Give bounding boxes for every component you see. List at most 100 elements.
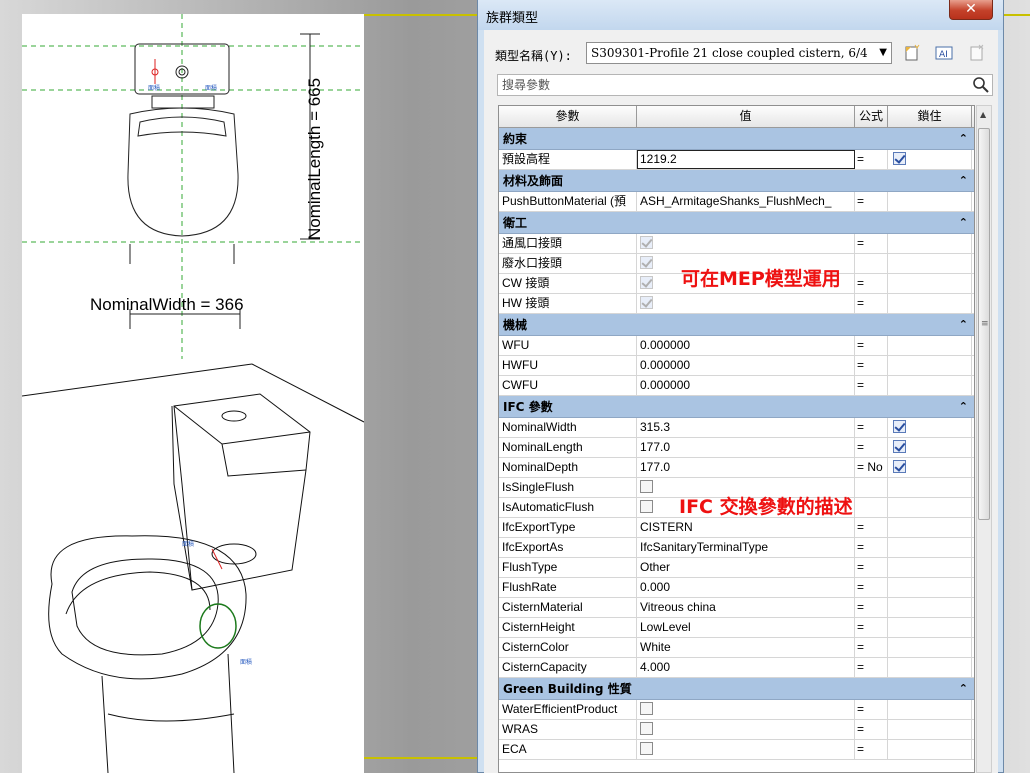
lock-checkbox[interactable] xyxy=(893,460,906,474)
parameter-lock-cell[interactable] xyxy=(888,558,972,577)
parameter-lock-cell[interactable] xyxy=(888,518,972,537)
value-checkbox[interactable] xyxy=(640,276,653,290)
parameter-value[interactable]: 1219.2 xyxy=(637,150,855,169)
dialog-titlebar[interactable]: 族群類型 ✕ xyxy=(478,0,1003,30)
parameter-formula[interactable]: = xyxy=(855,274,888,293)
parameter-lock-cell[interactable] xyxy=(888,274,972,293)
parameter-formula[interactable]: = xyxy=(855,518,888,537)
parameter-row[interactable]: HW 接頭 = xyxy=(499,294,974,314)
parameter-lock-cell[interactable] xyxy=(888,356,972,375)
parameter-lock-cell[interactable] xyxy=(888,578,972,597)
parameter-checkbox-cell[interactable] xyxy=(637,720,855,739)
parameter-formula[interactable]: = xyxy=(855,418,888,437)
group-header[interactable]: 材料及飾面 ⌃ xyxy=(499,170,974,192)
parameter-formula[interactable]: = xyxy=(855,720,888,739)
parameter-row[interactable]: CisternCapacity 4.000 = xyxy=(499,658,974,678)
parameter-value[interactable]: LowLevel xyxy=(637,618,855,637)
parameter-lock-cell[interactable] xyxy=(888,150,972,169)
parameter-row[interactable]: IfcExportAs IfcSanitaryTerminalType = xyxy=(499,538,974,558)
parameter-lock-cell[interactable] xyxy=(888,438,972,457)
parameter-value[interactable]: 0.000000 xyxy=(637,376,855,395)
collapse-chevron-icon[interactable]: ⌃ xyxy=(959,678,968,700)
type-name-select[interactable]: S309301-Profile 21 close coupled cistern… xyxy=(586,42,892,64)
delete-type-icon[interactable] xyxy=(968,44,986,62)
parameter-formula[interactable]: = xyxy=(855,192,888,211)
parameter-lock-cell[interactable] xyxy=(888,498,972,517)
parameter-value[interactable]: 177.0 xyxy=(637,438,855,457)
parameter-formula[interactable]: = xyxy=(855,618,888,637)
group-header[interactable]: 機械 ⌃ xyxy=(499,314,974,336)
parameter-formula[interactable]: = No xyxy=(855,458,888,477)
scroll-thumb[interactable]: ≡ xyxy=(978,128,990,520)
column-header-formula[interactable]: 公式 xyxy=(855,106,888,127)
parameter-row[interactable]: FlushRate 0.000 = xyxy=(499,578,974,598)
parameter-formula[interactable]: = xyxy=(855,658,888,677)
lock-checkbox[interactable] xyxy=(893,152,906,166)
family-drawing-view[interactable]: 面積 面積 NominalWidth = 366 NominalLength =… xyxy=(22,14,364,773)
parameter-formula[interactable]: = xyxy=(855,336,888,355)
parameter-row[interactable]: ECA = xyxy=(499,740,974,760)
parameter-row[interactable]: NominalWidth 315.3 = xyxy=(499,418,974,438)
search-input[interactable]: 搜尋參數 xyxy=(497,74,993,96)
parameter-formula[interactable]: = xyxy=(855,538,888,557)
parameter-value[interactable]: 0.000 xyxy=(637,578,855,597)
parameter-lock-cell[interactable] xyxy=(888,598,972,617)
search-icon[interactable] xyxy=(972,76,990,94)
parameter-checkbox-cell[interactable] xyxy=(637,234,855,253)
value-checkbox[interactable] xyxy=(640,722,653,736)
parameter-checkbox-cell[interactable] xyxy=(637,294,855,313)
parameter-row[interactable]: CisternHeight LowLevel = xyxy=(499,618,974,638)
value-checkbox[interactable] xyxy=(640,236,653,250)
parameter-lock-cell[interactable] xyxy=(888,234,972,253)
value-checkbox[interactable] xyxy=(640,480,653,494)
parameter-lock-cell[interactable] xyxy=(888,376,972,395)
value-checkbox[interactable] xyxy=(640,296,653,310)
column-header-parameter[interactable]: 參數 xyxy=(499,106,637,127)
parameter-value[interactable]: 4.000 xyxy=(637,658,855,677)
parameter-lock-cell[interactable] xyxy=(888,254,972,273)
parameter-formula[interactable]: = xyxy=(855,438,888,457)
collapse-chevron-icon[interactable]: ⌃ xyxy=(959,212,968,234)
parameter-lock-cell[interactable] xyxy=(888,192,972,211)
parameter-row[interactable]: NominalLength 177.0 = xyxy=(499,438,974,458)
parameter-row[interactable]: WRAS = xyxy=(499,720,974,740)
parameter-formula[interactable] xyxy=(855,254,888,273)
value-checkbox[interactable] xyxy=(640,702,653,716)
parameter-formula[interactable]: = xyxy=(855,558,888,577)
parameter-value[interactable]: IfcSanitaryTerminalType xyxy=(637,538,855,557)
parameter-value[interactable]: 0.000000 xyxy=(637,356,855,375)
group-header[interactable]: 約束 ⌃ xyxy=(499,128,974,150)
parameter-lock-cell[interactable] xyxy=(888,658,972,677)
collapse-chevron-icon[interactable]: ⌃ xyxy=(959,128,968,150)
parameter-lock-cell[interactable] xyxy=(888,638,972,657)
parameter-checkbox-cell[interactable] xyxy=(637,700,855,719)
parameter-value[interactable]: ASH_ArmitageShanks_FlushMech_ xyxy=(637,192,855,211)
parameter-formula[interactable] xyxy=(855,478,888,497)
parameter-value[interactable]: Other xyxy=(637,558,855,577)
parameter-checkbox-cell[interactable] xyxy=(637,740,855,759)
parameter-row[interactable]: IfcExportType CISTERN = xyxy=(499,518,974,538)
column-header-lock[interactable]: 鎖住 xyxy=(888,106,972,127)
lock-checkbox[interactable] xyxy=(893,440,906,454)
parameter-lock-cell[interactable] xyxy=(888,700,972,719)
lock-checkbox[interactable] xyxy=(893,420,906,434)
parameter-value[interactable]: CISTERN xyxy=(637,518,855,537)
parameter-row[interactable]: NominalDepth 177.0 = No xyxy=(499,458,974,478)
parameter-lock-cell[interactable] xyxy=(888,418,972,437)
parameter-row[interactable]: WaterEfficientProduct = xyxy=(499,700,974,720)
parameter-lock-cell[interactable] xyxy=(888,538,972,557)
parameter-lock-cell[interactable] xyxy=(888,478,972,497)
grid-scrollbar[interactable]: ▲ ≡ xyxy=(976,105,992,773)
parameter-value[interactable]: Vitreous china xyxy=(637,598,855,617)
parameter-formula[interactable]: = xyxy=(855,638,888,657)
new-type-icon[interactable] xyxy=(903,44,921,62)
parameter-value[interactable]: White xyxy=(637,638,855,657)
collapse-chevron-icon[interactable]: ⌃ xyxy=(959,170,968,192)
parameter-formula[interactable]: = xyxy=(855,356,888,375)
parameter-row[interactable]: WFU 0.000000 = xyxy=(499,336,974,356)
scroll-up-icon[interactable]: ▲ xyxy=(980,110,986,119)
parameter-lock-cell[interactable] xyxy=(888,720,972,739)
collapse-chevron-icon[interactable]: ⌃ xyxy=(959,314,968,336)
parameter-row[interactable]: CisternColor White = xyxy=(499,638,974,658)
parameter-lock-cell[interactable] xyxy=(888,740,972,759)
